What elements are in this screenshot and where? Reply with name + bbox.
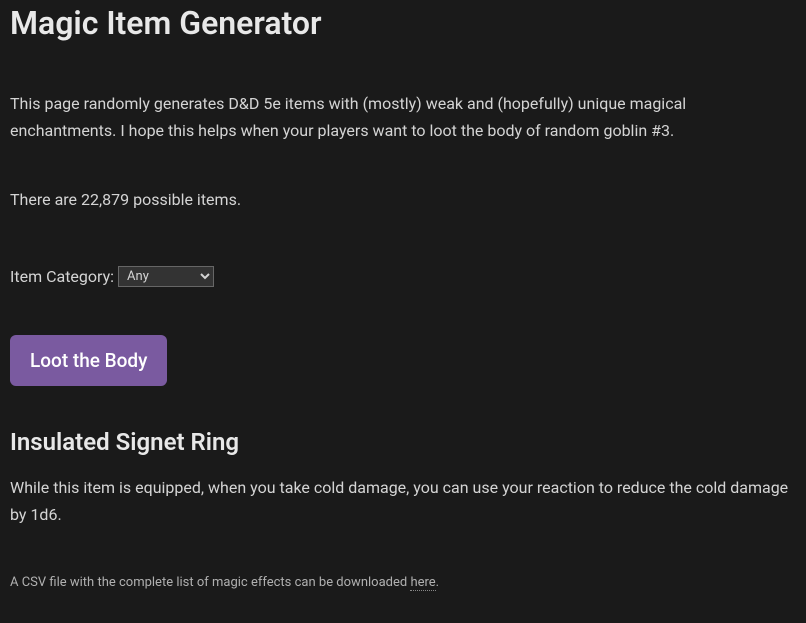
footer-prefix: A CSV file with the complete list of mag… <box>10 575 410 590</box>
category-select[interactable]: Any <box>118 266 214 287</box>
page-title: Magic Item Generator <box>10 4 796 42</box>
footer-suffix: . <box>436 575 439 590</box>
download-link[interactable]: here <box>410 575 435 591</box>
item-description: While this item is equipped, when you ta… <box>10 474 796 528</box>
intro-text: This page randomly generates D&D 5e item… <box>10 90 796 144</box>
item-name: Insulated Signet Ring <box>10 428 796 456</box>
category-label: Item Category: <box>10 267 114 286</box>
loot-button[interactable]: Loot the Body <box>10 335 167 386</box>
footer-note: A CSV file with the complete list of mag… <box>10 572 796 594</box>
category-row: Item Category: Any <box>10 266 796 287</box>
item-count-text: There are 22,879 possible items. <box>10 186 796 213</box>
